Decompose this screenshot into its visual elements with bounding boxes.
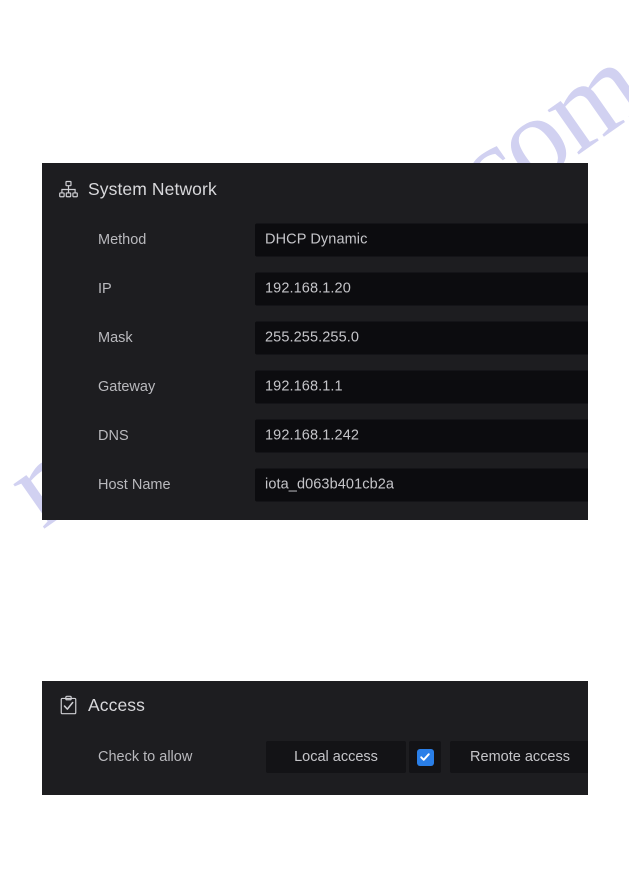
local-access-checkbox-cell[interactable]: [409, 741, 441, 773]
host-name-input-value: iota_d063b401cb2a: [265, 476, 395, 493]
system-network-header: System Network: [42, 163, 588, 215]
method-select[interactable]: DHCP Dynamic: [255, 223, 588, 256]
form-row-gateway: Gateway 192.168.1.1: [42, 362, 588, 411]
host-name-input[interactable]: iota_d063b401cb2a: [255, 468, 588, 501]
system-network-form: Method DHCP Dynamic IP 192.168.1.20 Mask: [42, 215, 588, 509]
ip-input-value: 192.168.1.20: [265, 280, 351, 297]
remote-access-control[interactable]: Remote access: [450, 741, 588, 773]
dns-input-value: 192.168.1.242: [265, 427, 360, 444]
remote-access-button[interactable]: Remote access: [450, 741, 588, 773]
remote-access-label: Remote access: [470, 749, 570, 765]
local-access-checkbox[interactable]: [416, 748, 434, 766]
dns-input[interactable]: 192.168.1.242: [255, 419, 588, 452]
ip-input[interactable]: 192.168.1.20: [255, 272, 588, 305]
clipboard-check-icon: [58, 695, 79, 716]
system-network-panel: System Network Method DHCP Dynamic IP 19…: [42, 163, 588, 520]
gateway-input-value: 192.168.1.1: [265, 378, 343, 395]
access-panel: Access Check to allow Local access Remot…: [42, 681, 588, 795]
form-row-mask: Mask 255.255.255.0: [42, 313, 588, 362]
local-access-label: Local access: [294, 749, 378, 765]
system-network-title: System Network: [88, 178, 217, 199]
form-row-method: Method DHCP Dynamic: [42, 215, 588, 264]
access-header: Access: [42, 681, 588, 729]
form-row-host-name: Host Name iota_d063b401cb2a: [42, 460, 588, 509]
label-method: Method: [98, 231, 147, 248]
access-row: Check to allow Local access Remote acces…: [42, 729, 588, 785]
label-host-name: Host Name: [98, 476, 171, 493]
method-select-value: DHCP Dynamic: [265, 231, 368, 248]
label-mask: Mask: [98, 329, 133, 346]
local-access-control[interactable]: Local access: [266, 741, 441, 773]
network-tree-icon: [58, 179, 79, 200]
mask-input-value: 255.255.255.0: [265, 329, 360, 346]
form-row-ip: IP 192.168.1.20: [42, 264, 588, 313]
local-access-button[interactable]: Local access: [266, 741, 406, 773]
gateway-input[interactable]: 192.168.1.1: [255, 370, 588, 403]
access-title: Access: [88, 694, 146, 715]
mask-input[interactable]: 255.255.255.0: [255, 321, 588, 354]
label-gateway: Gateway: [98, 378, 156, 395]
label-ip: IP: [98, 280, 112, 297]
form-row-dns: DNS 192.168.1.242: [42, 411, 588, 460]
label-dns: DNS: [98, 427, 129, 444]
access-row-label: Check to allow: [98, 749, 193, 765]
